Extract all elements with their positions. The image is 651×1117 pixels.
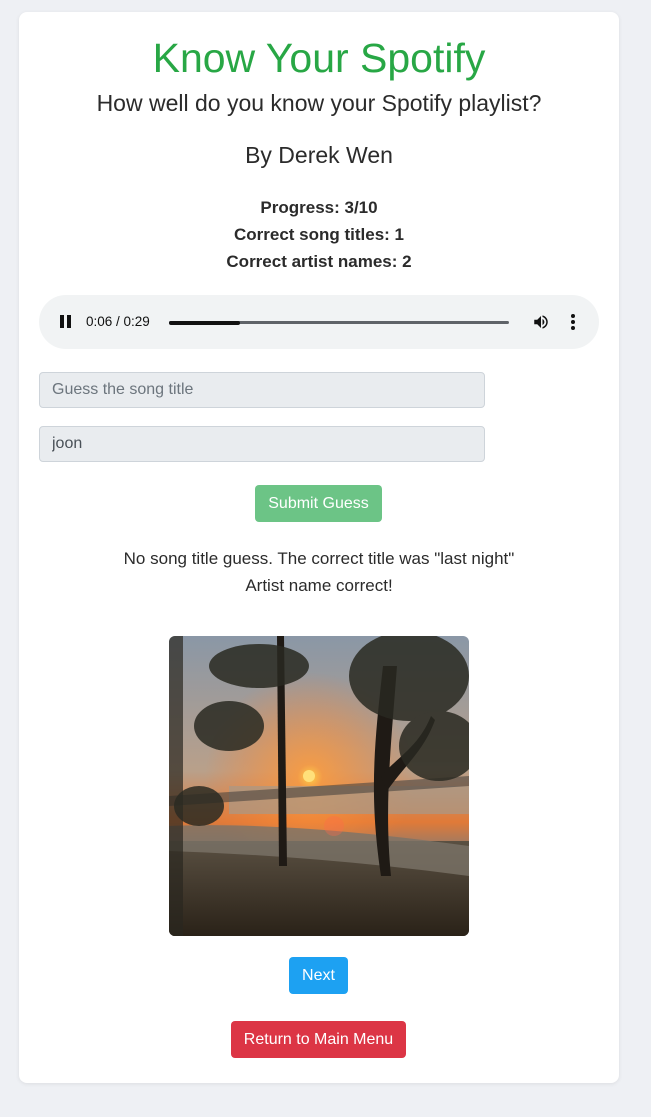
playback-time: 0:06 / 0:29 <box>86 314 150 329</box>
return-to-menu-button[interactable]: Return to Main Menu <box>231 1021 406 1058</box>
volume-icon[interactable] <box>532 313 550 331</box>
quiz-card: Know Your Spotify How well do you know y… <box>19 12 619 1083</box>
more-options-icon[interactable] <box>569 313 577 331</box>
author-credit: By Derek Wen <box>245 142 393 168</box>
seek-bar[interactable] <box>169 320 509 325</box>
page-title: Know Your Spotify <box>152 35 486 81</box>
title-feedback: No song title guess. The correct title w… <box>123 549 515 568</box>
album-art-image <box>169 636 469 936</box>
audio-player: 0:06 / 0:29 <box>39 295 599 349</box>
song-title-input[interactable] <box>39 372 485 408</box>
submit-guess-button[interactable]: Submit Guess <box>255 485 382 522</box>
correct-titles-stat: Correct song titles: 1 <box>233 225 405 244</box>
artist-name-input[interactable] <box>39 426 485 462</box>
page-subtitle: How well do you know your Spotify playli… <box>96 90 542 116</box>
seek-bar-fill <box>169 320 241 325</box>
correct-artists-stat: Correct artist names: 2 <box>226 252 412 271</box>
artist-feedback: Artist name correct! <box>245 576 393 595</box>
progress-stat: Progress: 3/10 <box>260 198 378 217</box>
pause-icon[interactable] <box>60 315 71 328</box>
next-button[interactable]: Next <box>289 957 348 994</box>
